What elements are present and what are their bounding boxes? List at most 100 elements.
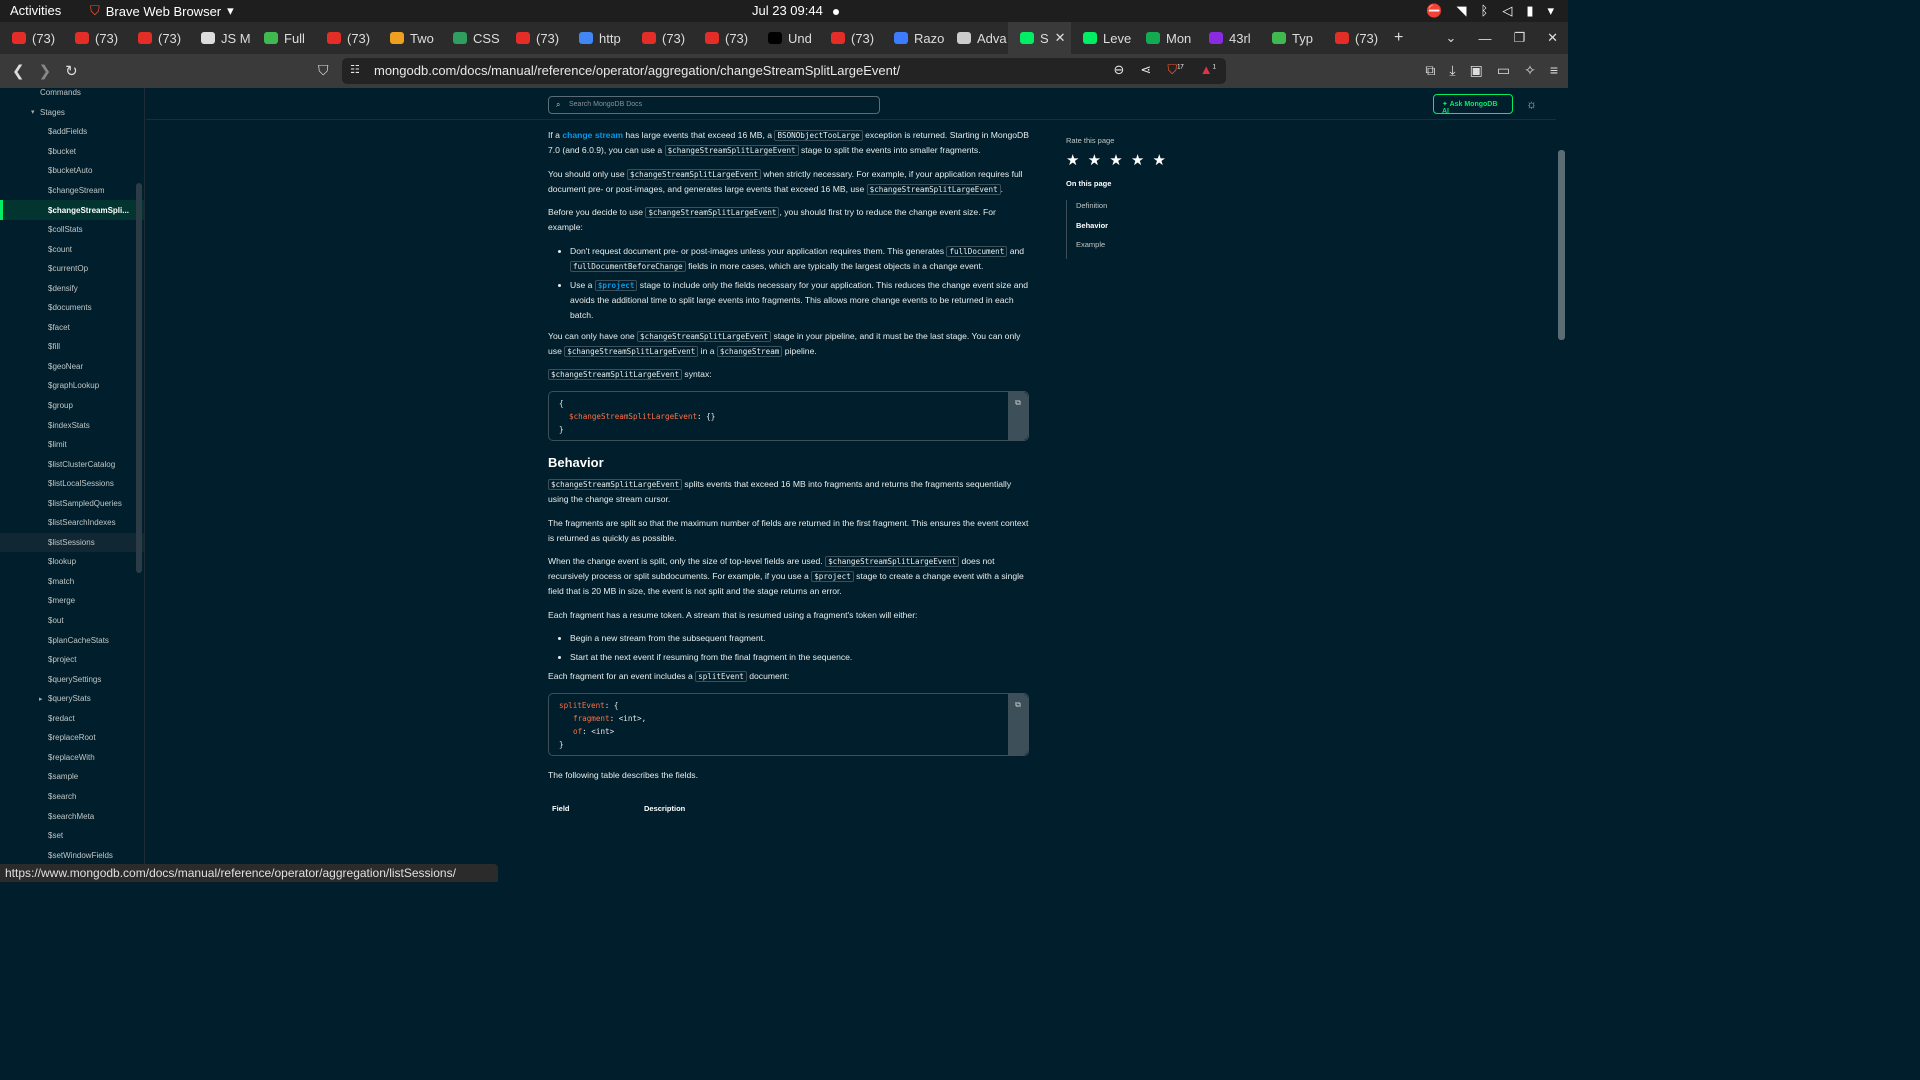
sidebar-item[interactable]: $lookup [0,552,144,572]
sidebar-item[interactable]: $group [0,396,144,416]
sidebar-item[interactable]: $out [0,611,144,631]
leo-ai-icon[interactable]: ✧ [1524,62,1536,79]
sidebar-item[interactable]: $documents [0,298,144,318]
share-icon[interactable]: ⋖ [1140,62,1151,78]
toc-item-example[interactable]: Example [1067,239,1226,259]
maximize-icon[interactable]: ❐ [1513,30,1525,46]
tab[interactable]: Mon [1134,22,1197,54]
menu-icon[interactable]: ≡ [1550,62,1558,79]
sidebar-item[interactable]: $currentOp [0,259,144,279]
tab[interactable]: Adva [945,22,1008,54]
tab[interactable]: (73) [63,22,126,54]
system-tray[interactable]: ⛔ ◥ ᛒ ◁ ▮ ▾ [1426,3,1554,19]
tab[interactable]: (73) [819,22,882,54]
tab[interactable]: Und [756,22,819,54]
star-rating[interactable]: ★ ★ ★ ★ ★ [1066,151,1226,169]
theme-toggle-icon[interactable]: ☼ [1526,97,1537,111]
sidebar-item[interactable]: $densify [0,278,144,298]
forward-icon[interactable]: ❯ [39,62,52,80]
sidebar-item[interactable]: $search [0,787,144,807]
tab[interactable]: (73) [630,22,693,54]
sidebar-item[interactable]: $bucket [0,142,144,162]
reload-icon[interactable]: ↻ [65,62,78,80]
sidebar-item-commands[interactable]: Commands [0,88,144,103]
change-stream-link[interactable]: change stream [562,130,623,140]
sidebar-item[interactable]: $count [0,239,144,259]
tab[interactable]: (73) [315,22,378,54]
main-scrollbar[interactable] [1558,150,1565,340]
sidebar-item[interactable]: $redact [0,709,144,729]
sidebar-item[interactable]: $match [0,572,144,592]
sidebar-item[interactable]: $graphLookup [0,376,144,396]
tab[interactable]: Razo [882,22,945,54]
download-icon[interactable]: ⤓ [1449,62,1455,79]
sidebar-item[interactable]: $merge [0,591,144,611]
back-icon[interactable]: ❮ [12,62,25,80]
sidebar-item[interactable]: $querySettings [0,669,144,689]
brave-shields-icon[interactable]: ⛉17 [1167,62,1183,78]
sidebar-item[interactable]: $facet [0,318,144,338]
wallet-icon[interactable]: ▭ [1497,62,1510,79]
docs-search-input[interactable]: ⌕ Search MongoDB Docs [548,96,880,114]
tab[interactable]: (73) [126,22,189,54]
sidebar-item[interactable]: $changeStream [0,181,144,201]
tab[interactable]: JS M [189,22,252,54]
tab[interactable]: Leve [1071,22,1134,54]
sidebar-item[interactable]: $replaceWith [0,748,144,768]
tab[interactable]: CSS [441,22,504,54]
sidebar-item[interactable]: $limit [0,435,144,455]
tab-search-icon[interactable]: ⌄ [1446,30,1457,46]
copy-icon[interactable]: ⧉ [1008,693,1028,755]
sidebar-item[interactable]: $listSearchIndexes [0,513,144,533]
tab[interactable]: Typ [1260,22,1323,54]
sidebar-item[interactable]: $addFields [0,122,144,142]
copy-icon[interactable]: ⧉ [1008,391,1028,440]
sidebar-item[interactable]: $bucketAuto [0,161,144,181]
sidebar-item[interactable]: $searchMeta [0,806,144,826]
minimize-icon[interactable]: — [1478,31,1491,46]
project-link[interactable]: $project [594,279,638,291]
tab[interactable]: (73) [504,22,567,54]
sidebar-item[interactable]: $listClusterCatalog [0,454,144,474]
toc-item-definition[interactable]: Definition [1067,200,1226,220]
close-tab-icon[interactable]: ✕ [1055,30,1066,46]
sidebar-item[interactable]: $fill [0,337,144,357]
toc-item-behavior[interactable]: Behavior [1067,220,1226,240]
sidebar-item[interactable]: $changeStreamSpli... [0,200,144,220]
sidebar-item[interactable]: $collStats [0,220,144,240]
site-info-icon[interactable]: ☷ [350,63,360,76]
sidebar-item[interactable]: ▸ $queryStats [0,689,144,709]
sidebar-item[interactable]: $listLocalSessions [0,474,144,494]
sidebar-item[interactable]: $listSampledQueries [0,493,144,513]
new-tab-button[interactable]: + [1394,29,1403,47]
tab[interactable]: (73) [0,22,63,54]
tab[interactable]: (73) [693,22,756,54]
activities-button[interactable]: Activities [10,3,61,18]
sidebar-item[interactable]: $geoNear [0,357,144,377]
sidebar-scrollbar[interactable] [136,183,142,573]
close-window-icon[interactable]: ✕ [1547,30,1558,46]
brave-rewards-icon[interactable]: ▲1 [1200,62,1216,78]
tab[interactable]: Two [378,22,441,54]
sidebar-item-stages[interactable]: ▾ Stages [0,103,144,123]
tab[interactable]: S ✕ [1008,22,1071,54]
sidebar-item[interactable]: $sample [0,767,144,787]
sidebar-item[interactable]: $indexStats [0,415,144,435]
ask-mongodb-ai-button[interactable]: ✦ Ask MongoDB AI [1433,94,1513,115]
sidebar-item[interactable]: $planCacheStats [0,630,144,650]
sidebar-item[interactable]: $setWindowFields [0,845,144,865]
zoom-icon[interactable]: ⊖ [1114,62,1125,78]
address-bar[interactable]: ☷ mongodb.com/docs/manual/reference/oper… [342,58,1226,84]
sidebar-item[interactable]: $set [0,826,144,846]
tab[interactable]: Full [252,22,315,54]
tab[interactable]: http [567,22,630,54]
tab[interactable]: 43rl [1197,22,1260,54]
bookmark-icon[interactable]: ⛉ [318,62,329,79]
sidebar-item[interactable]: $project [0,650,144,670]
tab[interactable]: (73) [1323,22,1386,54]
app-menu[interactable]: ⛉ Brave Web Browser ▾ [90,3,234,19]
extensions-icon[interactable]: ⧉ [1425,62,1435,79]
sidebar-item[interactable]: $listSessions [0,532,144,553]
sidebar-item[interactable]: $replaceRoot [0,728,144,748]
clock[interactable]: Jul 23 09:44 [752,3,839,18]
